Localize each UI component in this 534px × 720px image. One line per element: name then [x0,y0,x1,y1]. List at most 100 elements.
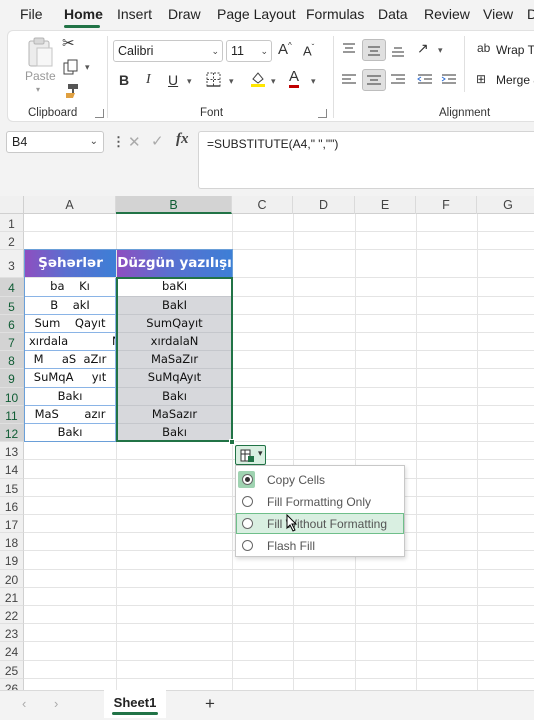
cell-a8[interactable]: M aS aZır [25,351,116,370]
row-header-3[interactable]: 3 [0,250,24,279]
fill-handle[interactable] [229,439,235,446]
wrap-text-icon[interactable]: ab [477,41,490,55]
align-middle-button[interactable] [362,39,386,61]
font-color-dropdown-icon[interactable]: ▾ [311,76,316,87]
align-center-button[interactable] [362,69,386,91]
decrease-indent-icon[interactable] [417,73,433,87]
clipboard-launcher-icon[interactable] [95,109,104,118]
menu-page-layout[interactable]: Page Layout [217,6,296,22]
column-header-f[interactable]: F [416,196,477,214]
paste-button[interactable]: Paste ▾ [22,36,58,94]
column-header-a[interactable]: A [24,196,116,214]
menu-data[interactable]: Data [378,6,408,22]
italic-button[interactable]: I [146,72,151,88]
fill-color-dropdown-icon[interactable]: ▾ [271,76,276,87]
merge-center-icon[interactable]: ⊞ [476,72,486,86]
row-header-18[interactable]: 18 [0,533,24,552]
row-header-16[interactable]: 16 [0,496,24,515]
option-fill-without-formatting[interactable]: Fill Without Formatting [236,513,404,534]
cell-a11[interactable]: MaS azır [25,405,116,424]
scroll-left-icon[interactable]: ‹ [22,696,26,711]
row-header-1[interactable]: 1 [0,214,24,233]
row-header-9[interactable]: 9 [0,369,24,388]
row-header-26[interactable]: 26 [0,678,24,690]
align-top-icon[interactable] [341,42,357,56]
cell-b12[interactable]: Bakı [117,424,232,443]
row-header-24[interactable]: 24 [0,642,24,661]
option-copy-cells[interactable]: Copy Cells [236,469,404,490]
row-header-13[interactable]: 13 [0,442,24,461]
more-options-icon[interactable]: ⋮ [112,134,125,150]
autofill-options-button[interactable]: ▾ [235,445,266,465]
row-header-5[interactable]: 5 [0,296,24,315]
header-cell-b3[interactable]: Düzgün yazılışı [117,250,232,278]
menu-draw[interactable]: Draw [168,6,201,22]
cell-a9[interactable]: SuMqA yıt [25,369,116,388]
font-size-select[interactable]: 11 ⌄ [226,40,272,62]
row-header-8[interactable]: 8 [0,351,24,370]
menu-more[interactable]: D [527,6,534,22]
row-header-11[interactable]: 11 [0,405,24,424]
row-header-21[interactable]: 21 [0,587,24,606]
formula-input[interactable]: =SUBSTITUTE(A4," ","") [198,131,534,189]
cell-a5[interactable]: B akI [25,296,116,315]
merge-center-button[interactable]: Merge & [496,73,534,87]
menu-file[interactable]: File [20,6,43,22]
column-header-d[interactable]: D [293,196,355,214]
cell-a12[interactable]: Bakı [25,424,116,443]
menu-insert[interactable]: Insert [117,6,152,22]
copy-icon[interactable] [63,59,79,75]
cell-b4[interactable]: baKı [117,278,232,297]
decrease-font-icon[interactable]: Aˇ [303,43,314,58]
row-header-17[interactable]: 17 [0,515,24,534]
font-name-select[interactable]: Calibri ⌄ [113,40,223,62]
row-header-6[interactable]: 6 [0,314,24,333]
copy-dropdown-icon[interactable]: ▾ [85,62,90,73]
row-header-7[interactable]: 7 [0,333,24,352]
row-header-10[interactable]: 10 [0,387,24,406]
menu-formulas[interactable]: Formulas [306,6,364,22]
cell-a6[interactable]: Sum Qayıt [25,314,116,333]
bold-button[interactable]: B [119,72,129,88]
row-header-4[interactable]: 4 [0,278,24,297]
option-fill-formatting-only[interactable]: Fill Formatting Only [236,491,404,512]
scroll-right-icon[interactable]: › [54,696,58,711]
row-header-25[interactable]: 25 [0,660,24,679]
orientation-icon[interactable]: ↗ [417,40,429,57]
cell-b11[interactable]: MaSazır [117,405,232,424]
format-painter-icon[interactable] [63,83,79,99]
row-header-19[interactable]: 19 [0,551,24,570]
row-header-15[interactable]: 15 [0,478,24,497]
row-header-14[interactable]: 14 [0,460,24,479]
paste-dropdown-icon[interactable]: ▾ [36,85,40,94]
borders-icon[interactable] [206,72,222,88]
row-header-12[interactable]: 12 [0,424,24,443]
menu-home[interactable]: Home [64,6,103,22]
cell-a10[interactable]: Bakı [25,387,116,406]
spreadsheet-grid[interactable]: A B C D E F G 1 2 3 4 5 6 7 8 9 10 11 12 13 14 15 16 17 18 19 20 21… [0,196,534,690]
cut-icon[interactable]: ✂ [62,34,75,52]
cell-b6[interactable]: SumQayıt [117,314,232,333]
align-right-icon[interactable] [390,73,406,87]
enter-icon[interactable]: ✓ [151,132,164,150]
increase-font-icon[interactable]: A^ [278,41,292,58]
cell-b10[interactable]: Bakı [117,387,232,406]
row-header-23[interactable]: 23 [0,624,24,643]
cancel-icon[interactable]: ✕ [128,133,141,151]
header-cell-a3[interactable]: Şəhərlər [25,250,116,278]
cell-b9[interactable]: SuMqAyıt [117,369,232,388]
align-left-icon[interactable] [341,73,357,87]
menu-view[interactable]: View [483,6,513,22]
underline-dropdown-icon[interactable]: ▾ [187,76,192,87]
option-flash-fill[interactable]: Flash Fill [236,535,404,556]
add-sheet-button[interactable]: + [205,694,215,714]
underline-button[interactable]: U [168,72,178,88]
align-bottom-icon[interactable] [390,44,406,58]
wrap-text-button[interactable]: Wrap Te [496,43,534,57]
row-header-2[interactable]: 2 [0,232,24,251]
chevron-down-icon[interactable]: ⌄ [90,136,98,147]
column-header-c[interactable]: C [232,196,293,214]
orientation-dropdown-icon[interactable]: ▾ [438,45,443,56]
cell-b7[interactable]: xırdalaN [117,333,232,352]
row-header-22[interactable]: 22 [0,606,24,625]
